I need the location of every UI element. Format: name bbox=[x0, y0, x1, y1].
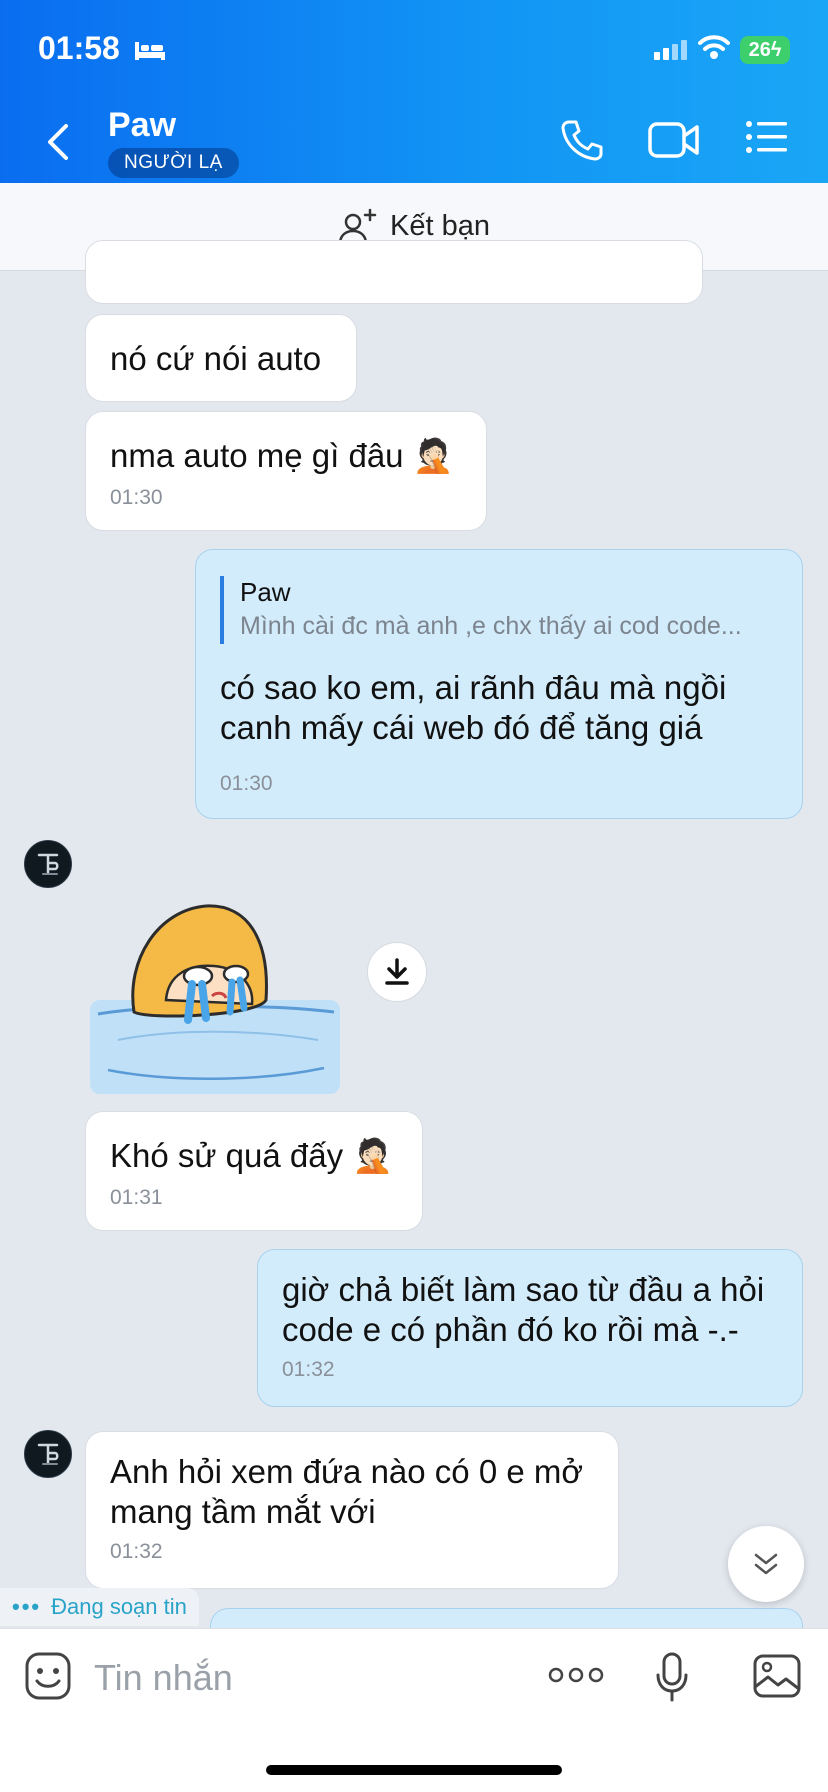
quoted-message[interactable]: Paw Mình cài đc mà anh ,e chx thấy ai co… bbox=[220, 576, 778, 644]
message-bubble-sent[interactable]: giờ chả biết làm sao từ đầu a hỏi code e… bbox=[257, 1249, 803, 1407]
bed-icon bbox=[135, 42, 165, 60]
stranger-badge: NGƯỜI LẠ bbox=[108, 148, 239, 178]
message-time: 01:32 bbox=[110, 1540, 163, 1563]
message-bubble-sent[interactable]: Paw Mình cài đc mà anh ,e chx thấy ai co… bbox=[195, 549, 803, 819]
battery-level: 26 bbox=[748, 38, 771, 61]
message-text: giờ chả biết làm sao từ đầu a hỏi code e… bbox=[282, 1271, 765, 1348]
download-icon bbox=[385, 958, 409, 985]
video-call-icon[interactable] bbox=[648, 120, 700, 160]
sticker-image[interactable] bbox=[88, 900, 342, 1096]
message-composer bbox=[0, 1628, 828, 1792]
message-text: Khó sử quá đấy 🤦🏻 bbox=[110, 1137, 394, 1174]
message-bubble-partial[interactable] bbox=[85, 240, 703, 304]
message-bubble[interactable]: Khó sử quá đấy 🤦🏻 01:31 bbox=[85, 1111, 423, 1231]
home-indicator bbox=[266, 1765, 562, 1775]
message-text: có sao ko em, ai rãnh đâu mà ngồi canh m… bbox=[220, 669, 727, 746]
message-text: nó cứ nói auto bbox=[110, 340, 322, 377]
quoted-text: Mình cài đc mà anh ,e chx thấy ai cod co… bbox=[240, 612, 742, 640]
message-bubble[interactable]: nó cứ nói auto bbox=[85, 314, 357, 402]
contact-name[interactable]: Paw bbox=[108, 106, 176, 145]
double-chevron-down-icon bbox=[754, 1553, 778, 1575]
status-time: 01:58 bbox=[38, 30, 120, 66]
message-bubble[interactable]: Anh hỏi xem đứa nào có 0 e mở mang tầm m… bbox=[85, 1431, 619, 1589]
chat-header: 01:58 26 ϟ Paw NGƯỜI LẠ bbox=[0, 0, 828, 183]
typing-label: Đang soạn tin bbox=[51, 1594, 187, 1619]
typing-dots-icon: ••• bbox=[12, 1594, 42, 1619]
more-options-icon[interactable] bbox=[548, 1665, 604, 1685]
image-icon[interactable] bbox=[752, 1653, 802, 1699]
phone-icon[interactable] bbox=[560, 118, 604, 162]
message-text: nma auto mẹ gì đâu 🤦🏻 bbox=[110, 437, 454, 474]
message-text: Anh hỏi xem đứa nào có 0 e mở mang tầm m… bbox=[110, 1453, 583, 1530]
message-time: 01:30 bbox=[110, 486, 163, 509]
battery-indicator: 26 ϟ bbox=[740, 36, 790, 64]
add-friend-label: Kết bạn bbox=[390, 210, 490, 242]
avatar-logo-icon bbox=[37, 853, 59, 875]
quoted-sender: Paw bbox=[240, 577, 291, 607]
message-time: 01:32 bbox=[282, 1358, 335, 1381]
signal-icon bbox=[654, 40, 687, 60]
avatar-logo-icon bbox=[37, 1443, 59, 1465]
message-time: 01:30 bbox=[220, 772, 273, 795]
charging-icon: ϟ bbox=[770, 38, 782, 61]
typing-indicator: ••• Đang soạn tin bbox=[0, 1588, 199, 1626]
avatar[interactable] bbox=[24, 840, 72, 888]
back-icon[interactable] bbox=[44, 122, 70, 162]
wifi-icon bbox=[698, 35, 730, 59]
avatar[interactable] bbox=[24, 1430, 72, 1478]
menu-icon[interactable] bbox=[746, 120, 788, 154]
message-input[interactable] bbox=[94, 1653, 514, 1703]
download-button[interactable] bbox=[367, 942, 427, 1002]
message-bubble[interactable]: nma auto mẹ gì đâu 🤦🏻 01:30 bbox=[85, 411, 487, 531]
microphone-icon[interactable] bbox=[654, 1651, 690, 1703]
message-time: 01:31 bbox=[110, 1186, 163, 1209]
sticker-icon[interactable] bbox=[24, 1651, 72, 1701]
scroll-to-bottom-button[interactable] bbox=[728, 1526, 804, 1602]
